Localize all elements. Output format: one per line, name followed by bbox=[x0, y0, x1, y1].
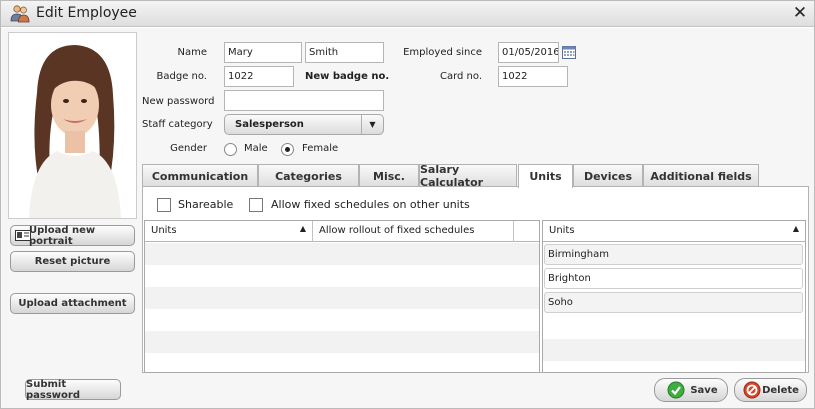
gender-male-label: Male bbox=[244, 143, 268, 154]
new-password-label: New password bbox=[142, 96, 215, 107]
upload-portrait-button[interactable]: Upload new portrait bbox=[10, 225, 135, 247]
sort-asc-icon: ▲ bbox=[299, 224, 306, 233]
tab-devices[interactable]: Devices bbox=[573, 164, 643, 187]
table-row[interactable] bbox=[145, 331, 539, 353]
column-header-spacer bbox=[514, 221, 539, 242]
close-icon[interactable]: ✕ bbox=[792, 4, 808, 22]
gender-female-label: Female bbox=[302, 143, 339, 154]
list-item[interactable]: Soho bbox=[544, 292, 803, 313]
tab-additional-fields[interactable]: Additional fields bbox=[643, 164, 759, 187]
first-name-input[interactable]: Mary bbox=[224, 42, 302, 63]
tab-label: Additional fields bbox=[650, 169, 752, 183]
gender-label: Gender bbox=[170, 143, 207, 154]
portrait-image bbox=[9, 33, 136, 218]
save-button[interactable]: Save bbox=[654, 378, 728, 402]
units-list-grid: Units ▲ Birmingham Brighton Soho bbox=[542, 220, 806, 373]
staff-category-label: Staff category bbox=[142, 119, 213, 130]
id-card-icon bbox=[15, 230, 31, 241]
column-label: Units bbox=[549, 225, 575, 236]
upload-attachment-button[interactable]: Upload attachment bbox=[10, 293, 135, 314]
tab-label: Categories bbox=[275, 169, 342, 183]
new-password-input[interactable] bbox=[224, 90, 384, 111]
shareable-label: Shareable bbox=[178, 198, 234, 211]
tab-label: Communication bbox=[151, 169, 249, 183]
last-name-input[interactable]: Smith bbox=[305, 42, 384, 63]
badge-no-input[interactable]: 1022 bbox=[224, 66, 294, 87]
employee-portrait bbox=[8, 32, 137, 219]
allow-fixed-schedules-label: Allow fixed schedules on other units bbox=[271, 198, 470, 211]
list-item[interactable]: Birmingham bbox=[544, 244, 803, 265]
table-row[interactable] bbox=[145, 309, 539, 331]
gender-male-radio[interactable] bbox=[224, 143, 237, 156]
column-header-units[interactable]: Units ▲ bbox=[145, 221, 313, 242]
column-label: Allow rollout of fixed schedules bbox=[319, 225, 475, 236]
tab-communication[interactable]: Communication bbox=[142, 164, 258, 187]
users-icon bbox=[10, 5, 30, 23]
submit-password-button[interactable]: Submit password bbox=[25, 378, 121, 401]
badge-no-label: Badge no. bbox=[156, 71, 207, 82]
name-label: Name bbox=[177, 47, 207, 58]
upload-attachment-label: Upload attachment bbox=[18, 298, 127, 309]
no-entry-icon bbox=[743, 381, 761, 399]
tab-units[interactable]: Units bbox=[518, 164, 573, 188]
column-header-allow-rollout[interactable]: Allow rollout of fixed schedules bbox=[313, 221, 514, 242]
tab-misc[interactable]: Misc. bbox=[359, 164, 419, 187]
shareable-checkbox[interactable] bbox=[157, 198, 171, 212]
new-badge-no-link[interactable]: New badge no. bbox=[305, 71, 389, 82]
column-label: Units bbox=[151, 225, 177, 236]
tab-label: Devices bbox=[583, 169, 633, 183]
grid-header: Units ▲ Allow rollout of fixed schedules bbox=[145, 221, 539, 242]
list-item[interactable]: Brighton bbox=[544, 268, 803, 289]
title-bar: Edit Employee ✕ bbox=[1, 1, 814, 27]
submit-password-label: Submit password bbox=[26, 378, 81, 401]
table-row bbox=[543, 339, 805, 361]
table-row[interactable] bbox=[145, 353, 539, 372]
reset-picture-label: Reset picture bbox=[34, 256, 111, 267]
reset-picture-button[interactable]: Reset picture bbox=[10, 251, 135, 272]
tab-label: Misc. bbox=[373, 169, 405, 183]
gender-female-radio[interactable] bbox=[281, 143, 294, 156]
sort-asc-icon: ▲ bbox=[792, 224, 799, 233]
employed-since-label: Employed since bbox=[403, 47, 482, 58]
grid-header: Units ▲ bbox=[543, 221, 805, 242]
checkmark-icon bbox=[667, 381, 685, 399]
tab-label: Units bbox=[529, 170, 562, 183]
staff-category-value: Salesperson bbox=[235, 119, 304, 130]
table-row[interactable] bbox=[145, 243, 539, 265]
card-no-input[interactable]: 1022 bbox=[498, 66, 568, 87]
staff-category-select[interactable]: Salesperson ▼ bbox=[224, 114, 384, 135]
tab-strip: Communication Categories Misc. Salary Ca… bbox=[142, 163, 809, 189]
tab-categories[interactable]: Categories bbox=[258, 164, 359, 187]
table-row[interactable] bbox=[145, 287, 539, 309]
edit-employee-dialog: Edit Employee ✕ Upload new portrait Rese… bbox=[0, 0, 815, 409]
allow-fixed-schedules-checkbox[interactable] bbox=[249, 198, 263, 212]
delete-button[interactable]: Delete bbox=[734, 378, 807, 402]
units-rollout-grid: Units ▲ Allow rollout of fixed schedules bbox=[144, 220, 540, 373]
calendar-icon[interactable] bbox=[562, 45, 576, 59]
table-row[interactable] bbox=[145, 265, 539, 287]
dropdown-arrow-icon: ▼ bbox=[361, 115, 383, 134]
dialog-title: Edit Employee bbox=[36, 5, 137, 21]
tab-salary-calculator[interactable]: Salary Calculator bbox=[419, 163, 517, 189]
card-no-label: Card no. bbox=[439, 71, 482, 82]
employed-since-input[interactable]: 01/05/2016 bbox=[498, 42, 559, 63]
column-header-units[interactable]: Units ▲ bbox=[543, 221, 805, 242]
